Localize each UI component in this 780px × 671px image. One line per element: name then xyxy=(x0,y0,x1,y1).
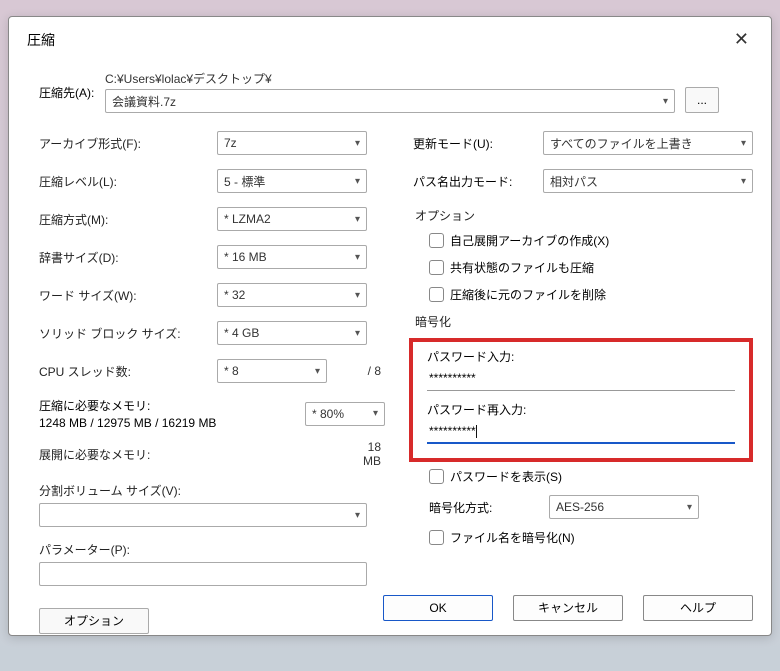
delete-after-checkbox-row[interactable]: 圧縮後に元のファイルを削除 xyxy=(429,286,753,303)
destination-file: 会議資料.7z xyxy=(112,93,176,110)
checkbox-icon xyxy=(429,260,444,275)
compress-dialog: 圧縮 ✕ 圧縮先(A): C:¥Users¥lolac¥デスクトップ¥ 会議資料… xyxy=(8,16,772,636)
password-label: パスワード入力: xyxy=(427,348,735,365)
checkbox-icon xyxy=(429,233,444,248)
checkbox-icon xyxy=(429,287,444,302)
mem-compress-value: 1248 MB / 12975 MB / 16219 MB xyxy=(39,416,216,430)
encryption-method-label: 暗号化方式: xyxy=(429,499,549,516)
split-volume-label: 分割ボリューム サイズ(V): xyxy=(39,482,385,499)
shared-checkbox-row[interactable]: 共有状態のファイルも圧縮 xyxy=(429,259,753,276)
cpu-threads-total: / 8 xyxy=(327,364,385,378)
split-volume-select[interactable]: ▾ xyxy=(39,503,367,527)
archive-format-select[interactable]: 7z▾ xyxy=(217,131,367,155)
mem-decompress-label: 展開に必要なメモリ: xyxy=(39,446,363,463)
left-column: アーカイブ形式(F): 7z▾ 圧縮レベル(L): 5 - 標準▾ 圧縮方式(M… xyxy=(39,131,385,634)
encryption-method-select[interactable]: AES-256▾ xyxy=(549,495,699,519)
help-button[interactable]: ヘルプ xyxy=(643,595,753,621)
button-bar: OK キャンセル ヘルプ xyxy=(383,595,753,621)
chevron-down-icon: ▾ xyxy=(687,502,692,513)
chevron-down-icon: ▾ xyxy=(373,408,378,419)
chevron-down-icon: ▾ xyxy=(355,176,360,187)
password-confirm-label: パスワード再入力: xyxy=(427,401,735,418)
options-button[interactable]: オプション xyxy=(39,608,149,634)
solid-block-label: ソリッド ブロック サイズ: xyxy=(39,325,217,342)
chevron-down-icon: ▾ xyxy=(315,366,320,377)
password-input[interactable]: ********** xyxy=(427,369,735,391)
show-password-label: パスワードを表示(S) xyxy=(450,468,562,485)
parameter-input[interactable] xyxy=(39,562,367,586)
compression-method-label: 圧縮方式(M): xyxy=(39,211,217,228)
chevron-down-icon: ▾ xyxy=(741,176,746,187)
archive-format-label: アーカイブ形式(F): xyxy=(39,135,217,152)
shared-label: 共有状態のファイルも圧縮 xyxy=(450,259,594,276)
options-group-title: オプション xyxy=(415,207,753,224)
word-size-select[interactable]: * 32▾ xyxy=(217,283,367,307)
mem-compress-label: 圧縮に必要なメモリ: xyxy=(39,397,216,414)
compression-level-select[interactable]: 5 - 標準▾ xyxy=(217,169,367,193)
chevron-down-icon: ▾ xyxy=(355,510,360,521)
word-size-label: ワード サイズ(W): xyxy=(39,287,217,304)
chevron-down-icon: ▾ xyxy=(355,328,360,339)
encryption-highlight-box: パスワード入力: ********** パスワード再入力: ********** xyxy=(409,338,753,462)
dictionary-size-select[interactable]: * 16 MB▾ xyxy=(217,245,367,269)
browse-button[interactable]: ... xyxy=(685,87,719,113)
cancel-button[interactable]: キャンセル xyxy=(513,595,623,621)
encryption-group-title: 暗号化 xyxy=(415,313,753,330)
window-title: 圧縮 xyxy=(27,30,55,50)
checkbox-icon xyxy=(429,469,444,484)
destination-label: 圧縮先(A): xyxy=(39,70,105,101)
mem-decompress-value: 18 MB xyxy=(363,440,385,468)
update-mode-select[interactable]: すべてのファイルを上書き▾ xyxy=(543,131,753,155)
chevron-down-icon: ▾ xyxy=(355,214,360,225)
chevron-down-icon: ▾ xyxy=(355,138,360,149)
path-mode-label: パス名出力モード: xyxy=(413,173,543,190)
cpu-threads-select[interactable]: * 8▾ xyxy=(217,359,327,383)
text-cursor xyxy=(476,425,477,438)
ok-button[interactable]: OK xyxy=(383,595,493,621)
encrypt-filenames-checkbox-row[interactable]: ファイル名を暗号化(N) xyxy=(429,529,753,546)
chevron-down-icon: ▾ xyxy=(355,252,360,263)
compression-method-select[interactable]: * LZMA2▾ xyxy=(217,207,367,231)
sfx-checkbox-row[interactable]: 自己展開アーカイブの作成(X) xyxy=(429,232,753,249)
titlebar: 圧縮 ✕ xyxy=(9,17,771,58)
mem-percent-select[interactable]: * 80%▾ xyxy=(305,402,385,426)
show-password-checkbox-row[interactable]: パスワードを表示(S) xyxy=(429,468,753,485)
solid-block-select[interactable]: * 4 GB▾ xyxy=(217,321,367,345)
cpu-threads-label: CPU スレッド数: xyxy=(39,363,217,380)
encrypt-filenames-label: ファイル名を暗号化(N) xyxy=(450,529,575,546)
chevron-down-icon: ▾ xyxy=(741,138,746,149)
update-mode-label: 更新モード(U): xyxy=(413,135,543,152)
dictionary-size-label: 辞書サイズ(D): xyxy=(39,249,217,266)
right-column: 更新モード(U): すべてのファイルを上書き▾ パス名出力モード: 相対パス▾ … xyxy=(413,131,753,634)
destination-row: 圧縮先(A): C:¥Users¥lolac¥デスクトップ¥ 会議資料.7z ▾… xyxy=(39,70,753,113)
password-confirm-input[interactable]: ********** xyxy=(427,422,735,444)
chevron-down-icon: ▾ xyxy=(663,96,668,107)
destination-file-select[interactable]: 会議資料.7z ▾ xyxy=(105,89,675,113)
checkbox-icon xyxy=(429,530,444,545)
chevron-down-icon: ▾ xyxy=(355,290,360,301)
compression-level-label: 圧縮レベル(L): xyxy=(39,173,217,190)
sfx-label: 自己展開アーカイブの作成(X) xyxy=(450,232,609,249)
delete-after-label: 圧縮後に元のファイルを削除 xyxy=(450,286,606,303)
close-icon[interactable]: ✕ xyxy=(726,27,757,52)
parameter-label: パラメーター(P): xyxy=(39,541,385,558)
path-mode-select[interactable]: 相対パス▾ xyxy=(543,169,753,193)
destination-path: C:¥Users¥lolac¥デスクトップ¥ xyxy=(105,70,675,87)
